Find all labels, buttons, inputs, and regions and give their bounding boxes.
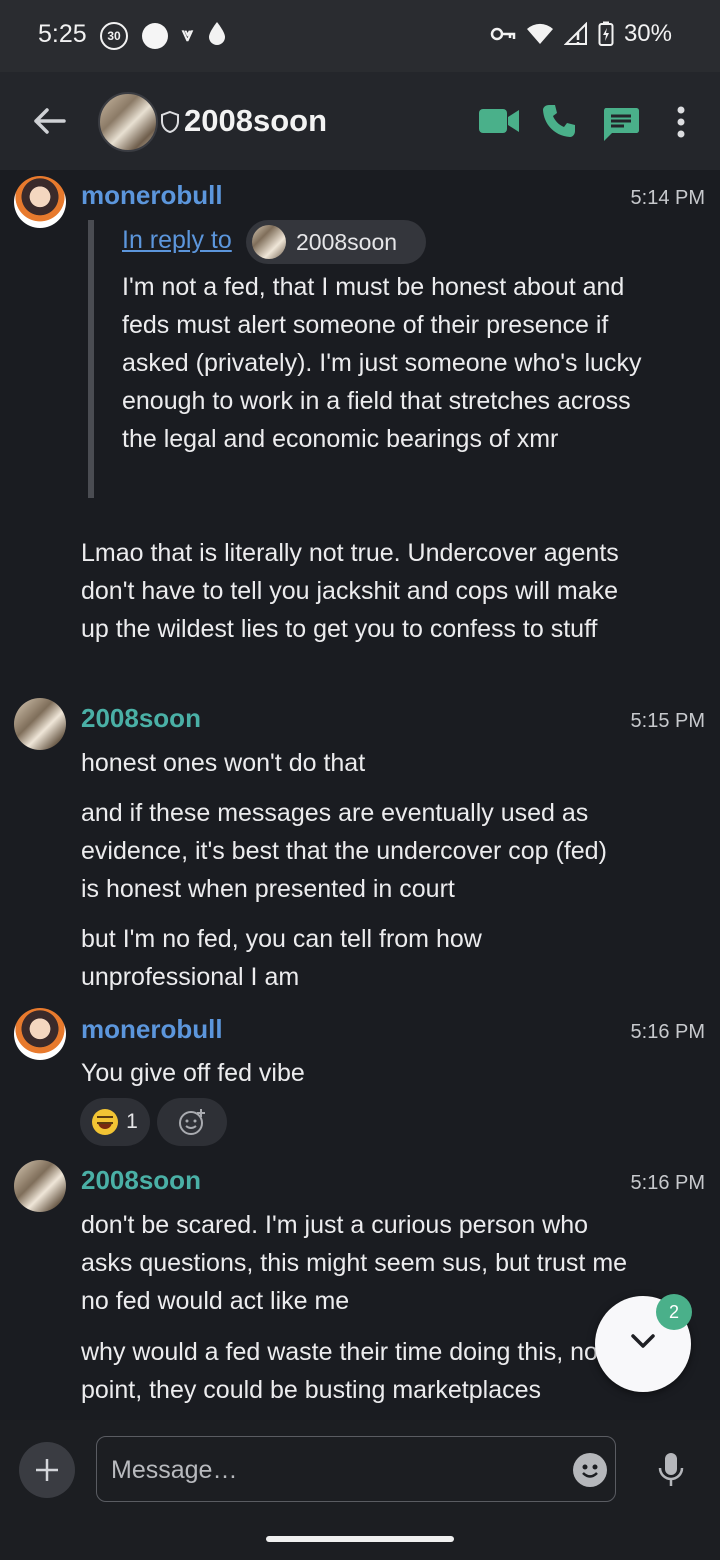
vpn-key-icon <box>490 27 516 41</box>
app-notification-icon: ⩔ <box>182 24 194 46</box>
signal-icon <box>563 22 587 45</box>
quoted-message-text: I'm not a fed, that I must be honest abo… <box>122 273 642 453</box>
wifi-icon <box>526 23 553 44</box>
add-reaction-button[interactable] <box>157 1098 227 1146</box>
system-icons: 30% <box>490 20 672 48</box>
avatar[interactable] <box>14 698 66 750</box>
emoji-button[interactable] <box>573 1453 607 1487</box>
message-placeholder: Message… <box>111 1456 238 1484</box>
message-body: don't be scared. I'm just a curious pers… <box>81 1211 628 1315</box>
add-reaction-icon <box>179 1109 205 1135</box>
threads-icon[interactable] <box>602 106 640 142</box>
avatar[interactable] <box>14 1160 66 1212</box>
status-bar: 5:25 30 ⩔ 30% <box>0 0 720 72</box>
room-title[interactable]: 2008soon <box>184 103 327 139</box>
room-avatar[interactable] <box>98 92 158 152</box>
system-nav-bar <box>0 1518 720 1560</box>
chevron-down-icon <box>631 1334 655 1348</box>
room-header: 2008soon <box>0 72 720 170</box>
plus-icon <box>36 1459 58 1481</box>
reply-user-name: 2008soon <box>296 228 398 255</box>
message-body: Lmao that is literally not true. Underco… <box>81 539 619 643</box>
message-timestamp: 5:14 PM <box>630 187 705 209</box>
shield-icon <box>161 110 179 134</box>
video-call-icon[interactable] <box>478 106 520 136</box>
message-timestamp: 5:16 PM <box>630 1172 705 1194</box>
avatar[interactable] <box>14 1008 66 1060</box>
attach-button[interactable] <box>19 1442 75 1498</box>
reply-user-chip[interactable]: 2008soon <box>246 220 426 264</box>
circle-notification-icon <box>142 22 168 49</box>
smiley-icon <box>582 1464 598 1478</box>
more-vert-icon[interactable] <box>676 106 686 138</box>
battery-charging-icon <box>598 21 614 46</box>
message-body: why would a fed waste their time doing t… <box>81 1338 598 1404</box>
avatar[interactable] <box>14 176 66 228</box>
message-timestamp: 5:16 PM <box>630 1021 705 1043</box>
in-reply-to-link[interactable]: In reply to <box>122 226 232 255</box>
home-gesture-pill[interactable] <box>266 1536 454 1542</box>
unread-badge: 2 <box>656 1294 692 1330</box>
speed-limit-icon: 30 <box>100 21 128 50</box>
status-time: 5:25 <box>38 20 87 48</box>
sender-name[interactable]: 2008soon <box>81 1165 201 1196</box>
message-body: You give off fed vibe <box>81 1059 305 1087</box>
avatar <box>252 225 286 259</box>
back-arrow-icon[interactable] <box>30 102 68 140</box>
microphone-icon[interactable] <box>658 1452 684 1488</box>
message-body: honest ones won't do that <box>81 749 366 777</box>
message-timeline[interactable]: monerobull 5:14 PM In reply to 2008soon … <box>0 170 720 1420</box>
message-timestamp: 5:15 PM <box>630 710 705 732</box>
message-body: but I'm no fed, you can tell from how un… <box>81 925 482 991</box>
message-body: and if these messages are eventually use… <box>81 799 607 903</box>
drop-icon <box>207 20 227 51</box>
joy-emoji-icon <box>92 1109 119 1135</box>
sender-name[interactable]: monerobull <box>81 180 223 211</box>
sender-name[interactable]: monerobull <box>81 1014 223 1045</box>
notification-icons: 30 ⩔ <box>100 20 227 51</box>
battery-percent: 30% <box>623 20 672 47</box>
reaction-count: 1 <box>126 1110 138 1133</box>
message-input[interactable]: Message… <box>96 1436 616 1502</box>
sender-name[interactable]: 2008soon <box>81 703 201 734</box>
message-composer: Message… <box>0 1420 720 1518</box>
reply-quote-bar <box>88 220 94 498</box>
reaction-chip[interactable]: 1 <box>80 1098 150 1146</box>
phone-icon[interactable] <box>540 102 578 140</box>
